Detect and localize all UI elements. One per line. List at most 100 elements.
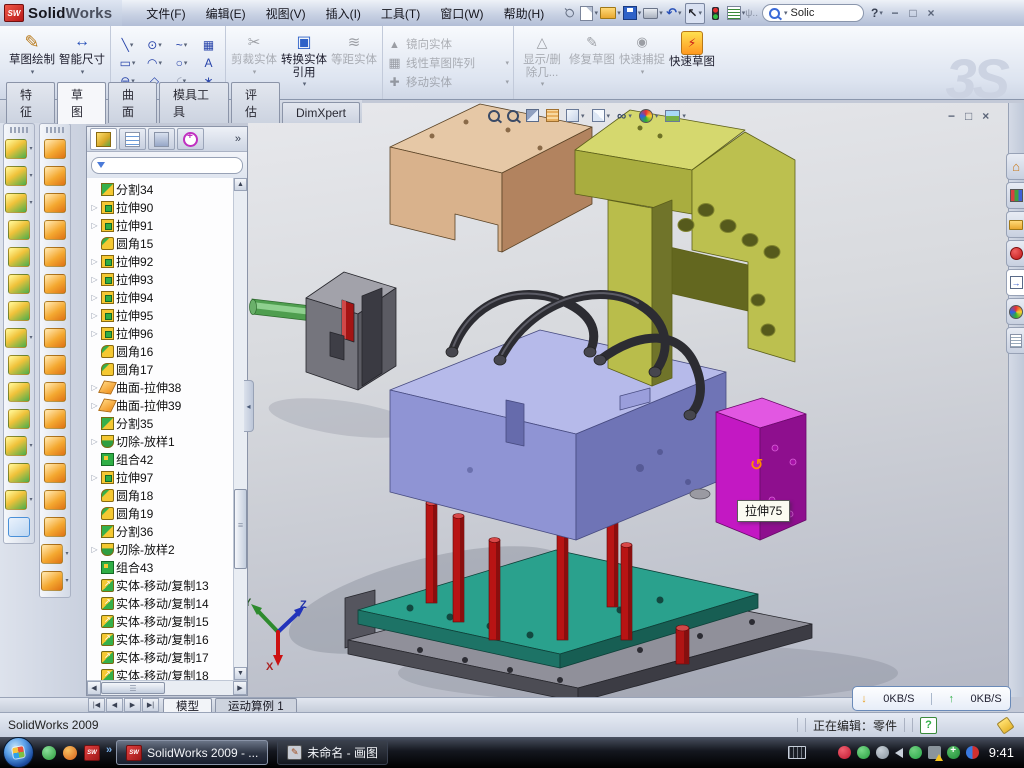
dropdown-icon[interactable]: ▾ bbox=[65, 577, 68, 584]
sketch-entity-button[interactable]: ▭▾ bbox=[115, 54, 140, 71]
combine-button[interactable] bbox=[4, 351, 34, 378]
undo-button[interactable]: ▾ bbox=[665, 4, 683, 23]
surface-flatten-button[interactable] bbox=[40, 297, 70, 324]
defender-shield-icon[interactable] bbox=[857, 746, 870, 759]
menu-6[interactable]: 窗口(W) bbox=[430, 1, 493, 26]
expand-arrow-icon[interactable]: ▷ bbox=[90, 203, 99, 212]
scroll-up-button[interactable]: ▲ bbox=[234, 178, 247, 191]
tab-DimXpert[interactable]: DimXpert bbox=[282, 102, 360, 123]
scroll-down-button[interactable]: ▼ bbox=[234, 667, 247, 680]
solidworks-icon[interactable]: SW bbox=[84, 745, 100, 761]
tree-item[interactable]: 实体-移动/复制15 bbox=[87, 612, 234, 630]
dropdown-icon[interactable]: ▾ bbox=[29, 199, 32, 206]
sketch-entity-button[interactable]: ▦ bbox=[196, 36, 221, 53]
health-shield-icon[interactable] bbox=[947, 746, 960, 759]
dropdown-icon[interactable]: ▾ bbox=[617, 9, 621, 17]
surface-cut-button[interactable] bbox=[40, 459, 70, 486]
expand-arrow-icon[interactable]: ▷ bbox=[90, 383, 99, 392]
messenger-status-icon[interactable] bbox=[966, 746, 979, 759]
doc-nav-button[interactable]: ◀ bbox=[106, 698, 123, 712]
surface-fillet-button[interactable] bbox=[40, 486, 70, 513]
fillet-button[interactable]: ▾ bbox=[4, 189, 34, 216]
tree-item[interactable]: 实体-移动/复制14 bbox=[87, 594, 234, 612]
sketch-entity-button[interactable]: ⊙▾ bbox=[142, 36, 167, 53]
toolbar-grip[interactable] bbox=[10, 127, 28, 133]
sketch-entity-button[interactable]: ~▾ bbox=[169, 36, 194, 53]
surface-plane-button[interactable] bbox=[40, 324, 70, 351]
sketch-entity-button[interactable]: A bbox=[196, 54, 221, 71]
doc-close-button[interactable]: × bbox=[982, 109, 989, 123]
tree-item[interactable]: ▷拉伸92 bbox=[87, 252, 234, 270]
dropdown-icon[interactable]: ▾ bbox=[699, 9, 703, 17]
expand-arrow-icon[interactable]: ▷ bbox=[90, 311, 99, 320]
tree-item[interactable]: 组合43 bbox=[87, 558, 234, 576]
expand-arrow-icon[interactable]: ▷ bbox=[90, 545, 99, 554]
dropdown-icon[interactable]: ▾ bbox=[29, 496, 32, 503]
part-top-plate[interactable] bbox=[390, 104, 592, 252]
launcher-icon[interactable] bbox=[63, 746, 77, 760]
menu-1[interactable]: 文件(F) bbox=[136, 1, 195, 26]
section-view-button[interactable] bbox=[526, 109, 539, 122]
dropdown-icon[interactable]: ▾ bbox=[29, 334, 32, 341]
tree-item[interactable]: ▷曲面-拉伸39 bbox=[87, 396, 234, 414]
tree-item[interactable]: 实体-移动/复制13 bbox=[87, 576, 234, 594]
dropdown-icon[interactable]: ▾ bbox=[65, 550, 68, 557]
tree-item[interactable]: 圆角15 bbox=[87, 234, 234, 252]
split-button[interactable] bbox=[4, 378, 34, 405]
start-button[interactable] bbox=[3, 737, 34, 768]
zoom-area-button[interactable] bbox=[507, 110, 519, 122]
tree-item[interactable]: ▷拉伸96 bbox=[87, 324, 234, 342]
scene-button[interactable]: ▾ bbox=[665, 110, 686, 122]
tab-草图[interactable]: 草图 bbox=[57, 82, 106, 124]
home-tab[interactable] bbox=[1006, 153, 1024, 180]
configurationmanager-tab-button[interactable] bbox=[148, 128, 175, 150]
search-dropdown-icon[interactable]: ▾ bbox=[784, 9, 788, 17]
sketch-entity-button[interactable]: ◠▾ bbox=[142, 54, 167, 71]
custom-properties-tab[interactable] bbox=[1006, 327, 1024, 354]
dropdown-icon[interactable]: ▾ bbox=[594, 9, 598, 17]
surface-knit-button[interactable] bbox=[40, 351, 70, 378]
tree-item[interactable]: 分割36 bbox=[87, 522, 234, 540]
swept-button[interactable] bbox=[4, 216, 34, 243]
menu-4[interactable]: 插入(I) bbox=[316, 1, 371, 26]
expand-arrow-icon[interactable]: ▷ bbox=[90, 293, 99, 302]
sync-green-icon[interactable] bbox=[909, 746, 922, 759]
pin-button[interactable] bbox=[560, 4, 578, 23]
dropdown-icon[interactable]: ▾ bbox=[29, 145, 32, 152]
tree-item[interactable]: 圆角16 bbox=[87, 342, 234, 360]
doc-minimize-button[interactable]: − bbox=[948, 109, 955, 123]
file-explorer-tab[interactable] bbox=[1006, 211, 1024, 238]
doc-nav-button[interactable]: ▶| bbox=[142, 698, 159, 712]
tree-item[interactable]: 实体-移动/复制17 bbox=[87, 648, 234, 666]
expand-arrow-icon[interactable]: ▷ bbox=[90, 257, 99, 266]
propertymanager-tab-button[interactable] bbox=[119, 128, 146, 150]
scroll-thumb[interactable]: ☰ bbox=[101, 682, 165, 694]
tag-icon[interactable] bbox=[996, 716, 1014, 734]
tree-item[interactable]: ▷切除-放样2 bbox=[87, 540, 234, 558]
hide-show-button[interactable]: ▾ bbox=[617, 108, 632, 123]
shell-button[interactable] bbox=[4, 270, 34, 297]
menu-5[interactable]: 工具(T) bbox=[371, 1, 430, 26]
dropdown-icon[interactable]: ▾ bbox=[130, 41, 134, 49]
doc-tab-2[interactable]: 运动算例 1 bbox=[215, 698, 297, 712]
dropdown-icon[interactable]: ▾ bbox=[132, 59, 136, 67]
dropdown-icon[interactable]: ▾ bbox=[678, 9, 682, 17]
tree-filter-input[interactable] bbox=[91, 157, 243, 174]
taskbar-window-1[interactable]: SWSolidWorks 2009 - ... bbox=[116, 740, 268, 765]
surface-cylinder-button[interactable] bbox=[40, 513, 70, 540]
menu-7[interactable]: 帮助(H) bbox=[494, 1, 555, 26]
dropdown-icon[interactable]: ▾ bbox=[303, 80, 307, 88]
tab-模具工具[interactable]: 模具工具 bbox=[159, 82, 229, 123]
open-button[interactable]: ▾ bbox=[600, 4, 621, 23]
surface-bend-button[interactable] bbox=[40, 405, 70, 432]
restore-button[interactable]: □ bbox=[904, 6, 922, 20]
quick-sketch-button[interactable]: 快速草图 bbox=[668, 28, 716, 97]
scroll-right-button[interactable]: ▶ bbox=[233, 681, 247, 695]
part-cam-block[interactable] bbox=[306, 272, 396, 390]
surface-revolve-button[interactable] bbox=[40, 162, 70, 189]
instant3d-button[interactable] bbox=[4, 513, 34, 540]
zoom-fit-button[interactable] bbox=[488, 110, 500, 122]
minimize-button[interactable]: − bbox=[886, 6, 904, 20]
toolbar-grip[interactable] bbox=[46, 127, 64, 133]
curve-button[interactable]: ▾ bbox=[4, 486, 34, 513]
